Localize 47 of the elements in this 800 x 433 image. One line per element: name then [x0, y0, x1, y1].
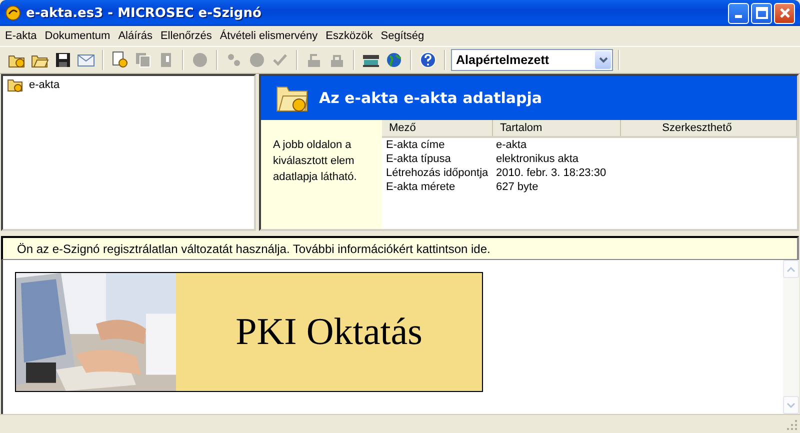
window-title: e-akta.es3 - MICROSEC e-Szignó: [26, 6, 262, 20]
menu-item[interactable]: Segítség: [378, 30, 430, 42]
table-cell-text: E-akta mérete: [385, 180, 456, 194]
menu-item[interactable]: Aláírás: [115, 30, 158, 42]
table-cell-text: 2010. febr. 3. 18:23:30: [495, 166, 606, 180]
table-cell-text: elektronikus akta: [495, 152, 579, 166]
scroll-up-icon[interactable]: [787, 266, 795, 272]
save-icon: [54, 51, 72, 69]
column-header[interactable]: Mező: [382, 120, 493, 136]
unlock-icon: [305, 51, 323, 69]
column-header[interactable]: Tartalom: [493, 120, 621, 136]
profile-dropdown[interactable]: Alapértelmezett: [451, 49, 613, 71]
details-title: Az e-akta e-akta adatlapja: [319, 89, 542, 107]
menu-item[interactable]: Ellenőrzés: [157, 30, 217, 42]
hint-text: A jobb oldalon a kiválasztott elem adatlapja látható.: [273, 139, 357, 183]
close-button[interactable]: [774, 2, 795, 24]
close-icon: [778, 7, 790, 19]
menu-item[interactable]: Dokumentum: [42, 30, 116, 42]
menu-item[interactable]: E-akta: [2, 30, 42, 42]
app-icon: [5, 5, 21, 21]
copy-icon: [134, 51, 152, 69]
banner-title: PKI Oktatás: [236, 310, 422, 354]
maximize-button[interactable]: [751, 2, 772, 24]
table-cell-text: 627 byte: [495, 180, 538, 194]
circle-icon: [191, 51, 209, 69]
table-cell-text: E-akta címe: [385, 138, 446, 152]
notice-bar[interactable]: Ön az e-Szignó regisztrálatlan változatát használja. További információkért kattintson ide.: [1, 236, 799, 260]
scroll-down-icon[interactable]: [787, 402, 795, 408]
column-header[interactable]: Szerkeszthető: [621, 120, 797, 136]
minimize-button[interactable]: [728, 2, 749, 24]
toolbar-button[interactable]: [417, 49, 439, 71]
scrollbar[interactable]: [783, 260, 799, 414]
globe-icon: [385, 51, 403, 69]
table-cell-text: Létrehozás időpontja: [385, 166, 490, 180]
resize-grip-icon[interactable]: [786, 419, 798, 431]
minimize-icon: [735, 15, 742, 18]
maximize-icon: [756, 7, 768, 19]
menu-item[interactable]: Átvételi elismervény: [216, 30, 323, 42]
help-icon: [419, 51, 437, 69]
table-cell-text: e-akta: [495, 138, 527, 152]
circle-icon: [248, 51, 266, 69]
tree-item[interactable]: e-akta: [7, 78, 250, 92]
sign-doc-icon: [111, 51, 129, 69]
folder-icon: [7, 78, 23, 92]
menu-item[interactable]: Eszközök: [322, 30, 378, 42]
table-cell-text: E-akta típusa: [385, 152, 452, 166]
chevron-down-icon: [598, 57, 608, 63]
